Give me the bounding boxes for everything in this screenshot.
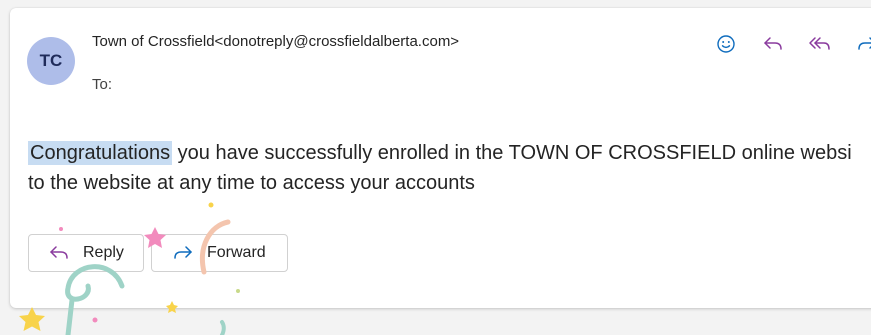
reply-button[interactable]: Reply xyxy=(28,234,144,272)
body-line-1-rest: you have successfully enrolled in the TO… xyxy=(172,142,852,164)
to-label: To: xyxy=(92,76,113,93)
body-line-2: to the website at any time to access you… xyxy=(28,172,475,194)
header-actions xyxy=(702,30,871,58)
forward-label: Forward xyxy=(207,244,266,261)
avatar-initials: TC xyxy=(39,51,63,70)
forward-header-button[interactable] xyxy=(843,30,871,58)
message-card: TC Town of Crossfield<donotreply@crossfi… xyxy=(10,8,871,308)
sender[interactable]: Town of Crossfield<donotreply@crossfield… xyxy=(92,33,459,50)
reply-header-button[interactable] xyxy=(749,30,796,58)
body-line-1: Congratulations you have successfully en… xyxy=(28,138,871,168)
reply-all-header-button[interactable] xyxy=(796,30,843,58)
forward-icon xyxy=(174,246,192,259)
forward-icon xyxy=(857,37,871,50)
emoji-icon xyxy=(716,35,735,53)
emoji-button[interactable] xyxy=(702,30,749,58)
reply-icon xyxy=(50,246,68,259)
reply-icon xyxy=(763,37,782,50)
highlighted-word: Congratulations xyxy=(28,141,173,165)
reply-all-icon xyxy=(808,37,830,50)
avatar[interactable]: TC xyxy=(27,37,75,85)
forward-button[interactable]: Forward xyxy=(151,234,288,272)
reply-label: Reply xyxy=(83,244,124,261)
message-body: Congratulations you have successfully en… xyxy=(28,138,871,198)
